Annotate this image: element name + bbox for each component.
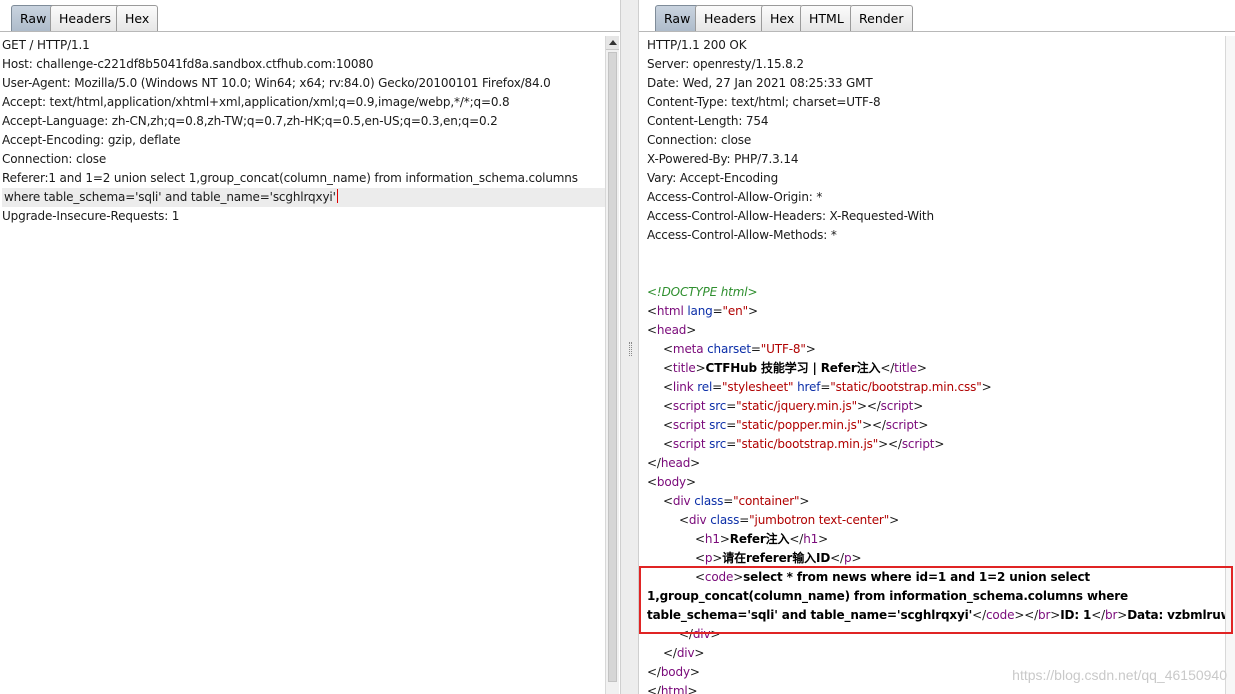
request-tab-hex[interactable]: Hex — [116, 5, 159, 31]
response-tab-render[interactable]: Render — [850, 5, 913, 31]
response-header-line: Connection: close — [647, 133, 752, 147]
response-header-line: Vary: Accept-Encoding — [647, 171, 779, 185]
request-line-text: where table_schema='sqli' and table_name… — [4, 190, 336, 204]
head-close-line: </head> — [647, 456, 701, 470]
watermark: https://blog.csdn.net/qq_46150940 — [1012, 667, 1227, 683]
request-tab-headers[interactable]: Headers — [50, 5, 121, 31]
link-line: <link rel="stylesheet" href="static/boot… — [663, 380, 992, 394]
script-line: <script src="static/bootstrap.min.js"></… — [663, 437, 945, 451]
response-header-line: HTTP/1.1 200 OK — [647, 38, 747, 52]
response-editor[interactable]: HTTP/1.1 200 OK Server: openresty/1.15.8… — [639, 36, 1235, 694]
response-scrollbar[interactable] — [1225, 36, 1235, 694]
request-line: Accept: text/html,application/xhtml+xml,… — [2, 95, 510, 109]
request-line: Accept-Language: zh-CN,zh;q=0.8,zh-TW;q=… — [2, 114, 498, 128]
response-header-line: X-Powered-By: PHP/7.3.14 — [647, 152, 799, 166]
html-open-line: <html lang="en"> — [647, 304, 758, 318]
response-header-line: Date: Wed, 27 Jan 2021 08:25:33 GMT — [647, 76, 873, 90]
request-line: Connection: close — [2, 152, 107, 166]
script-line: <script src="static/popper.min.js"></scr… — [663, 418, 929, 432]
div-jumbotron-line: <div class="jumbotron text-center"> — [679, 513, 899, 527]
response-tab-html[interactable]: HTML — [800, 5, 853, 31]
script-line: <script src="static/jquery.min.js"></scr… — [663, 399, 924, 413]
request-line: Accept-Encoding: gzip, deflate — [2, 133, 181, 147]
code-result-line: table_schema='sqli' and table_name='scgh… — [647, 608, 1235, 622]
div-close-line: </div> — [663, 646, 705, 660]
body-open-line: <body> — [647, 475, 696, 489]
code-line: <code>select * from news where id=1 and … — [695, 570, 1090, 584]
request-line: Host: challenge-c221df8b5041fd8a.sandbox… — [2, 57, 374, 71]
div-close-line: </div> — [679, 627, 721, 641]
div-container-line: <div class="container"> — [663, 494, 810, 508]
response-tab-headers[interactable]: Headers — [695, 5, 766, 31]
text-caret — [336, 189, 338, 203]
request-tab-raw[interactable]: Raw — [11, 5, 56, 31]
request-line: Upgrade-Insecure-Requests: 1 — [2, 209, 180, 223]
body-close-line: </body> — [647, 665, 700, 679]
response-header-line: Server: openresty/1.15.8.2 — [647, 57, 804, 71]
code-line: 1,group_concat(column_name) from informa… — [647, 589, 1129, 603]
response-header-line: Access-Control-Allow-Origin: * — [647, 190, 823, 204]
head-open-line: <head> — [647, 323, 697, 337]
scroll-thumb[interactable] — [608, 52, 617, 682]
response-header-line: Access-Control-Allow-Methods: * — [647, 228, 837, 242]
request-pane: Raw Headers Hex GET / HTTP/1.1 Host: cha… — [0, 0, 620, 694]
pane-splitter[interactable] — [620, 0, 639, 694]
request-line: User-Agent: Mozilla/5.0 (Windows NT 10.0… — [2, 76, 551, 90]
request-current-line: where table_schema='sqli' and table_name… — [2, 188, 606, 207]
h1-line: <h1>Refer注入</h1> — [695, 532, 829, 546]
response-header-line: Content-Type: text/html; charset=UTF-8 — [647, 95, 881, 109]
response-pane: Raw Headers Hex HTML Render HTTP/1.1 200… — [639, 0, 1235, 694]
html-close-line: </html> — [647, 684, 698, 694]
p-line: <p>请在referer输入ID</p> — [695, 551, 862, 565]
request-line: Referer:1 and 1=2 union select 1,group_c… — [2, 171, 578, 185]
title-line: <title>CTFHub 技能学习 | Refer注入</title> — [663, 361, 927, 375]
splitter-grip-icon[interactable] — [629, 342, 632, 356]
request-line: GET / HTTP/1.1 — [2, 38, 90, 52]
request-tab-bar: Raw Headers Hex — [0, 0, 620, 32]
response-tab-bar: Raw Headers Hex HTML Render — [639, 0, 1235, 32]
request-editor[interactable]: GET / HTTP/1.1 Host: challenge-c221df8b5… — [0, 36, 620, 694]
response-tab-hex[interactable]: Hex — [761, 5, 804, 31]
response-header-line: Content-Length: 754 — [647, 114, 769, 128]
response-header-line: Access-Control-Allow-Headers: X-Requeste… — [647, 209, 934, 223]
scroll-up-arrow-icon[interactable] — [606, 36, 619, 50]
response-tab-raw[interactable]: Raw — [655, 5, 700, 31]
request-scrollbar[interactable] — [605, 36, 619, 694]
meta-line: <meta charset="UTF-8"> — [663, 342, 816, 356]
doctype-line: <!DOCTYPE html> — [647, 285, 758, 299]
